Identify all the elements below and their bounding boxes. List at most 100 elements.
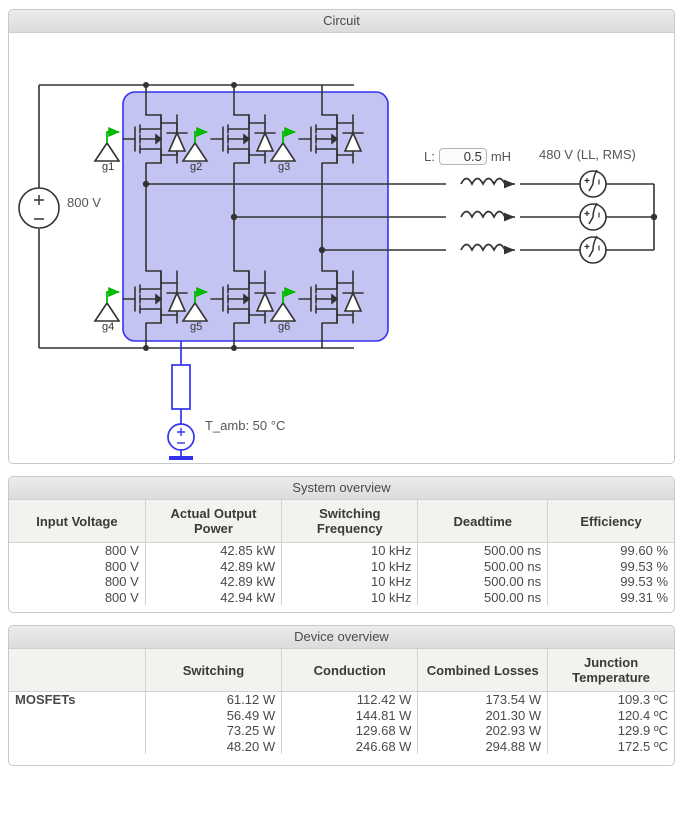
inductance-label: L: [424, 149, 435, 164]
cell-conduction-losses: 112.42 W 144.81 W 129.68 W 246.68 W [281, 691, 419, 754]
value-line: 201.30 W [485, 707, 542, 723]
value-line: 246.68 W [355, 738, 412, 754]
gate-label-g5: g5 [190, 321, 203, 333]
cell-input-voltage: 800 V 800 V 800 V 800 V [9, 542, 146, 605]
value-line: 73.25 W [226, 723, 276, 738]
column-header-switching-frequency: Switching Frequency [281, 500, 419, 543]
cell-switching-frequency: 10 kHz 10 kHz 10 kHz 10 kHz [281, 542, 419, 605]
gate-label-g1: g1 [102, 161, 115, 173]
value-line: 10 kHz [370, 589, 412, 605]
circuit-panel: Circuit 800 V g1 g2 g3 g4 g5 g6 L: 0.5 m… [8, 9, 675, 464]
column-header-conduction: Conduction [281, 649, 419, 692]
value-line: 42.94 kW [220, 589, 276, 605]
value-line: 112.42 W [356, 692, 412, 707]
device-overview-header-row: Switching Conduction Combined Losses Jun… [9, 649, 674, 692]
node-dot [318, 246, 326, 254]
value-line: 500.00 ns [484, 558, 542, 574]
system-overview-panel: System overview Input Voltage Actual Out… [8, 476, 675, 613]
value-line: 42.89 kW [220, 574, 276, 589]
device-overview-title: Device overview [9, 626, 674, 649]
value-line: 500.00 ns [484, 543, 542, 558]
value-line: 144.81 W [355, 707, 412, 723]
column-header-junction-temperature: Junction Temperature [547, 649, 674, 692]
value-line: 99.31 % [620, 589, 668, 605]
device-overview-body: Switching Conduction Combined Losses Jun… [9, 649, 674, 754]
cell-device-label: MOSFETs [9, 691, 146, 754]
device-overview-table: Switching Conduction Combined Losses Jun… [9, 649, 674, 754]
value-line: 99.60 % [620, 543, 668, 558]
dc-voltage-source [18, 187, 60, 229]
value-line: 42.85 kW [220, 543, 276, 558]
value-line: 120.4 ºC [617, 707, 668, 723]
value-line: 48.20 W [226, 738, 276, 754]
value-line: 99.53 % [620, 558, 668, 574]
value-line: 10 kHz [370, 574, 412, 589]
gate-label-g2: g2 [190, 161, 203, 173]
value-line: 10 kHz [370, 558, 412, 574]
value-line: 172.5 ºC [617, 738, 668, 754]
node-dot [231, 345, 237, 351]
cell-efficiency: 99.60 % 99.53 % 99.53 % 99.31 % [547, 542, 674, 605]
ac-source-phase-a [579, 169, 607, 198]
node-dot [231, 82, 237, 88]
value-line: 61.12 W [226, 692, 276, 707]
node-dot [142, 180, 150, 188]
line-inductors [460, 177, 506, 252]
value-line: 500.00 ns [484, 574, 542, 589]
cell-deadtime: 500.00 ns 500.00 ns 500.00 ns 500.00 ns [417, 542, 549, 605]
thermal-network [167, 341, 195, 456]
node-dot [143, 82, 149, 88]
value-line: 202.93 W [485, 723, 542, 738]
column-header-actual-output-power: Actual Output Power [145, 500, 283, 543]
inductance-input[interactable] [438, 148, 487, 165]
value-line: 500.00 ns [484, 589, 542, 605]
circuit-schematic-svg [18, 82, 658, 460]
value-line: 294.88 W [485, 738, 542, 754]
node-dot [650, 213, 658, 221]
system-overview-data-row: 800 V 800 V 800 V 800 V 42.85 kW 42.89 k… [9, 542, 674, 605]
ac-source-phase-b [579, 202, 607, 231]
system-overview-table: Input Voltage Actual Output Power Switch… [9, 500, 674, 605]
circuit-diagram: 800 V g1 g2 g3 g4 g5 g6 L: mH 480 V (LL,… [9, 33, 674, 463]
value-line: 10 kHz [370, 543, 412, 558]
ambient-temperature-label: T_amb: 50 °C [205, 418, 286, 433]
value-line: 56.49 W [226, 707, 276, 723]
value-line: 129.9 ºC [617, 723, 668, 738]
value-line: 800 V [104, 589, 139, 605]
value-line: 173.54 W [485, 692, 542, 707]
value-line: 42.89 kW [220, 558, 276, 574]
column-header-deadtime: Deadtime [417, 500, 549, 543]
value-line: 800 V [104, 558, 139, 574]
column-header-switching: Switching [145, 649, 283, 692]
ac-source-phase-c [579, 235, 607, 264]
node-dot [143, 345, 149, 351]
inductance-unit: mH [490, 149, 512, 164]
column-header-combined-losses: Combined Losses [417, 649, 549, 692]
gate-driver-g1 [93, 126, 121, 162]
inductance-field-group: L: mH [424, 148, 511, 165]
app-root: Circuit 800 V g1 g2 g3 g4 g5 g6 L: 0.5 m… [0, 0, 683, 831]
ground-symbol [169, 456, 193, 460]
value-line: 129.68 W [355, 723, 412, 738]
circuit-panel-title: Circuit [9, 10, 674, 33]
system-overview-body: Input Voltage Actual Output Power Switch… [9, 500, 674, 605]
column-header-input-voltage: Input Voltage [9, 500, 146, 543]
node-dot [230, 213, 238, 221]
dc-source-label: 800 V [67, 195, 101, 210]
column-header-device [9, 649, 146, 692]
gate-label-g3: g3 [278, 161, 291, 173]
cell-junction-temperature: 109.3 ºC 120.4 ºC 129.9 ºC 172.5 ºC [547, 691, 674, 754]
system-overview-title: System overview [9, 477, 674, 500]
value-line: 109.3 ºC [617, 692, 668, 707]
value-line: 800 V [104, 543, 139, 558]
system-overview-header-row: Input Voltage Actual Output Power Switch… [9, 500, 674, 543]
gate-driver-g4 [93, 286, 121, 322]
value-line: 99.53 % [620, 574, 668, 589]
device-overview-panel: Device overview Switching Conduction Com… [8, 625, 675, 766]
device-overview-data-row: MOSFETs 61.12 W 56.49 W 73.25 W 48.20 W … [9, 691, 674, 754]
cell-combined-losses: 173.54 W 201.30 W 202.93 W 294.88 W [417, 691, 549, 754]
cell-actual-output-power: 42.85 kW 42.89 kW 42.89 kW 42.94 kW [145, 542, 283, 605]
grid-voltage-label: 480 V (LL, RMS) [539, 147, 636, 162]
value-line: 800 V [104, 574, 139, 589]
cell-switching-losses: 61.12 W 56.49 W 73.25 W 48.20 W [145, 691, 283, 754]
